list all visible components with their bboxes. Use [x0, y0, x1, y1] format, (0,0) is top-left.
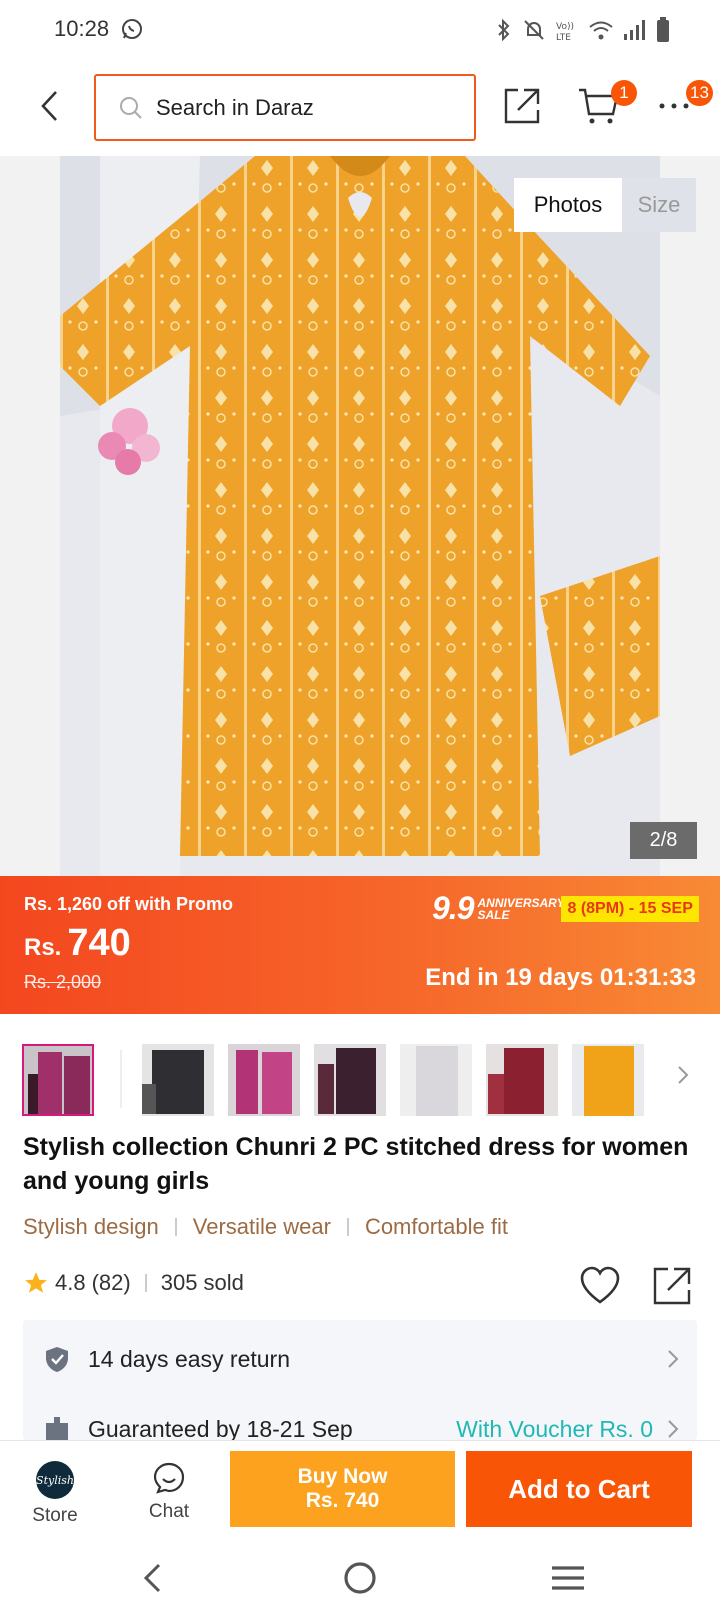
chevron-left-icon — [41, 91, 57, 121]
svg-text:Vo)): Vo)) — [556, 22, 574, 32]
notification-count-badge: 13 — [686, 80, 713, 106]
product-highlights: Stylish design Versatile wear Comfortabl… — [23, 1214, 508, 1240]
cart-count-badge: 1 — [611, 80, 637, 106]
whatsapp-icon — [122, 19, 142, 39]
highlight-tag: Comfortable fit — [364, 1214, 508, 1239]
service-info-box: 14 days easy return Guaranteed by 18-21 … — [23, 1320, 697, 1440]
system-navigation-bar — [0, 1540, 720, 1612]
signal-icon — [624, 20, 645, 40]
store-logo: Stylish — [36, 1461, 74, 1499]
recents-menu-icon — [552, 1566, 584, 1590]
buy-now-price: Rs. 740 — [305, 1489, 380, 1512]
variant-thumbnails — [0, 1040, 720, 1116]
mute-icon — [524, 20, 544, 40]
gallery-tabs: Photos Size — [514, 178, 696, 232]
wifi-icon — [589, 21, 613, 40]
status-bar: 10:28 Vo)) LTE — [0, 0, 720, 60]
highlight-tag: Stylish design — [23, 1214, 159, 1239]
variant-thumb[interactable] — [314, 1044, 386, 1116]
variant-thumb[interactable] — [572, 1044, 644, 1116]
battery-icon — [657, 17, 669, 42]
variant-thumb[interactable] — [142, 1044, 214, 1116]
price-currency: Rs. — [24, 934, 62, 961]
variant-thumb[interactable] — [22, 1044, 94, 1116]
price-value: 740 — [67, 922, 131, 964]
search-icon — [120, 96, 142, 119]
shield-check-icon — [46, 1347, 68, 1372]
rating-row[interactable]: 4.8 (82) 305 sold — [23, 1270, 244, 1296]
search-placeholder: Search in Daraz — [156, 94, 314, 120]
store-button[interactable]: Stylish Store — [20, 1461, 90, 1527]
system-recents-button[interactable] — [546, 1556, 590, 1600]
status-icons: Vo)) LTE — [494, 16, 670, 44]
easy-return-text: 14 days easy return — [88, 1345, 291, 1372]
share-button[interactable] — [498, 82, 546, 130]
chat-button[interactable]: Chat — [134, 1461, 204, 1523]
original-price: Rs. 2,000 — [24, 972, 102, 992]
variant-thumb[interactable] — [400, 1044, 472, 1116]
share-icon — [504, 88, 540, 124]
campaign-number: 9.9 — [432, 890, 474, 926]
product-title: Stylish collection Chunri 2 PC stitched … — [23, 1133, 689, 1195]
buy-now-label: Buy Now — [297, 1465, 388, 1488]
chevron-right-icon — [668, 1420, 679, 1438]
dress-illustration — [60, 156, 660, 876]
back-arrow-icon — [143, 1563, 161, 1593]
variant-thumb[interactable] — [228, 1044, 300, 1116]
campaign-label-line2: SALE — [477, 907, 510, 922]
bluetooth-icon — [498, 18, 510, 42]
search-input[interactable]: Search in Daraz — [94, 74, 476, 141]
sold-count: 305 sold — [160, 1270, 244, 1295]
back-button[interactable] — [30, 84, 70, 128]
easy-return-row[interactable]: 14 days easy return — [23, 1324, 697, 1394]
promo-discount-text: Rs. 1,260 off with Promo — [24, 894, 234, 914]
variant-thumb[interactable] — [486, 1044, 558, 1116]
svg-text:LTE: LTE — [556, 33, 571, 42]
delivery-text: Guaranteed by 18-21 Sep — [88, 1415, 353, 1441]
voucher-text: With Voucher Rs. 0 — [456, 1415, 653, 1441]
tab-size[interactable]: Size — [622, 178, 696, 232]
add-to-cart-button[interactable]: Add to Cart — [466, 1451, 692, 1527]
buy-now-button[interactable]: Buy Now Rs. 740 — [230, 1451, 455, 1527]
delivery-box-icon — [46, 1417, 68, 1440]
thumb-divider — [120, 1050, 122, 1108]
home-circle-icon — [344, 1562, 376, 1594]
highlight-tag: Versatile wear — [192, 1214, 331, 1239]
current-price: Rs. 740 — [24, 922, 131, 965]
countdown-timer: End in 19 days 01:31:33 — [425, 964, 696, 991]
campaign-dates: 8 (8PM) - 15 SEP — [561, 895, 699, 922]
wishlist-heart-icon[interactable] — [578, 1264, 622, 1308]
top-navigation: Search in Daraz 1 13 — [0, 60, 720, 156]
promo-price-banner: Rs. 1,260 off with Promo Rs. 740 Rs. 2,00… — [0, 876, 720, 1014]
tab-photos[interactable]: Photos — [514, 178, 622, 232]
rating-score: 4.8 — [55, 1270, 86, 1295]
share-product-icon[interactable] — [650, 1264, 694, 1308]
bottom-action-bar: Stylish Store Chat Buy Now Rs. 740 Add t… — [0, 1440, 720, 1540]
chat-icon — [153, 1462, 185, 1494]
more-dots-icon — [659, 103, 689, 109]
review-count: (82) — [91, 1270, 131, 1295]
chevron-right-icon[interactable] — [676, 1064, 690, 1086]
image-counter: 2/8 — [630, 822, 697, 859]
delivery-row[interactable]: Guaranteed by 18-21 Sep With Voucher Rs.… — [23, 1394, 697, 1440]
star-icon — [25, 1272, 47, 1293]
chevron-right-icon — [668, 1350, 679, 1368]
campaign-badge: 9.9 ANNIVERSARY SALE 8 (8PM) - 15 SEP — [432, 890, 699, 927]
system-home-button[interactable] — [338, 1556, 382, 1600]
clock: 10:28 — [54, 16, 110, 41]
system-back-button[interactable] — [130, 1556, 174, 1600]
product-image-gallery[interactable]: Photos Size 2/8 — [0, 156, 720, 876]
store-label: Store — [32, 1505, 78, 1526]
product-photo[interactable] — [60, 156, 660, 876]
chat-label: Chat — [148, 1501, 190, 1522]
campaign-label: ANNIVERSARY SALE — [477, 897, 564, 922]
volte-icon: Vo))LTE — [556, 22, 574, 42]
